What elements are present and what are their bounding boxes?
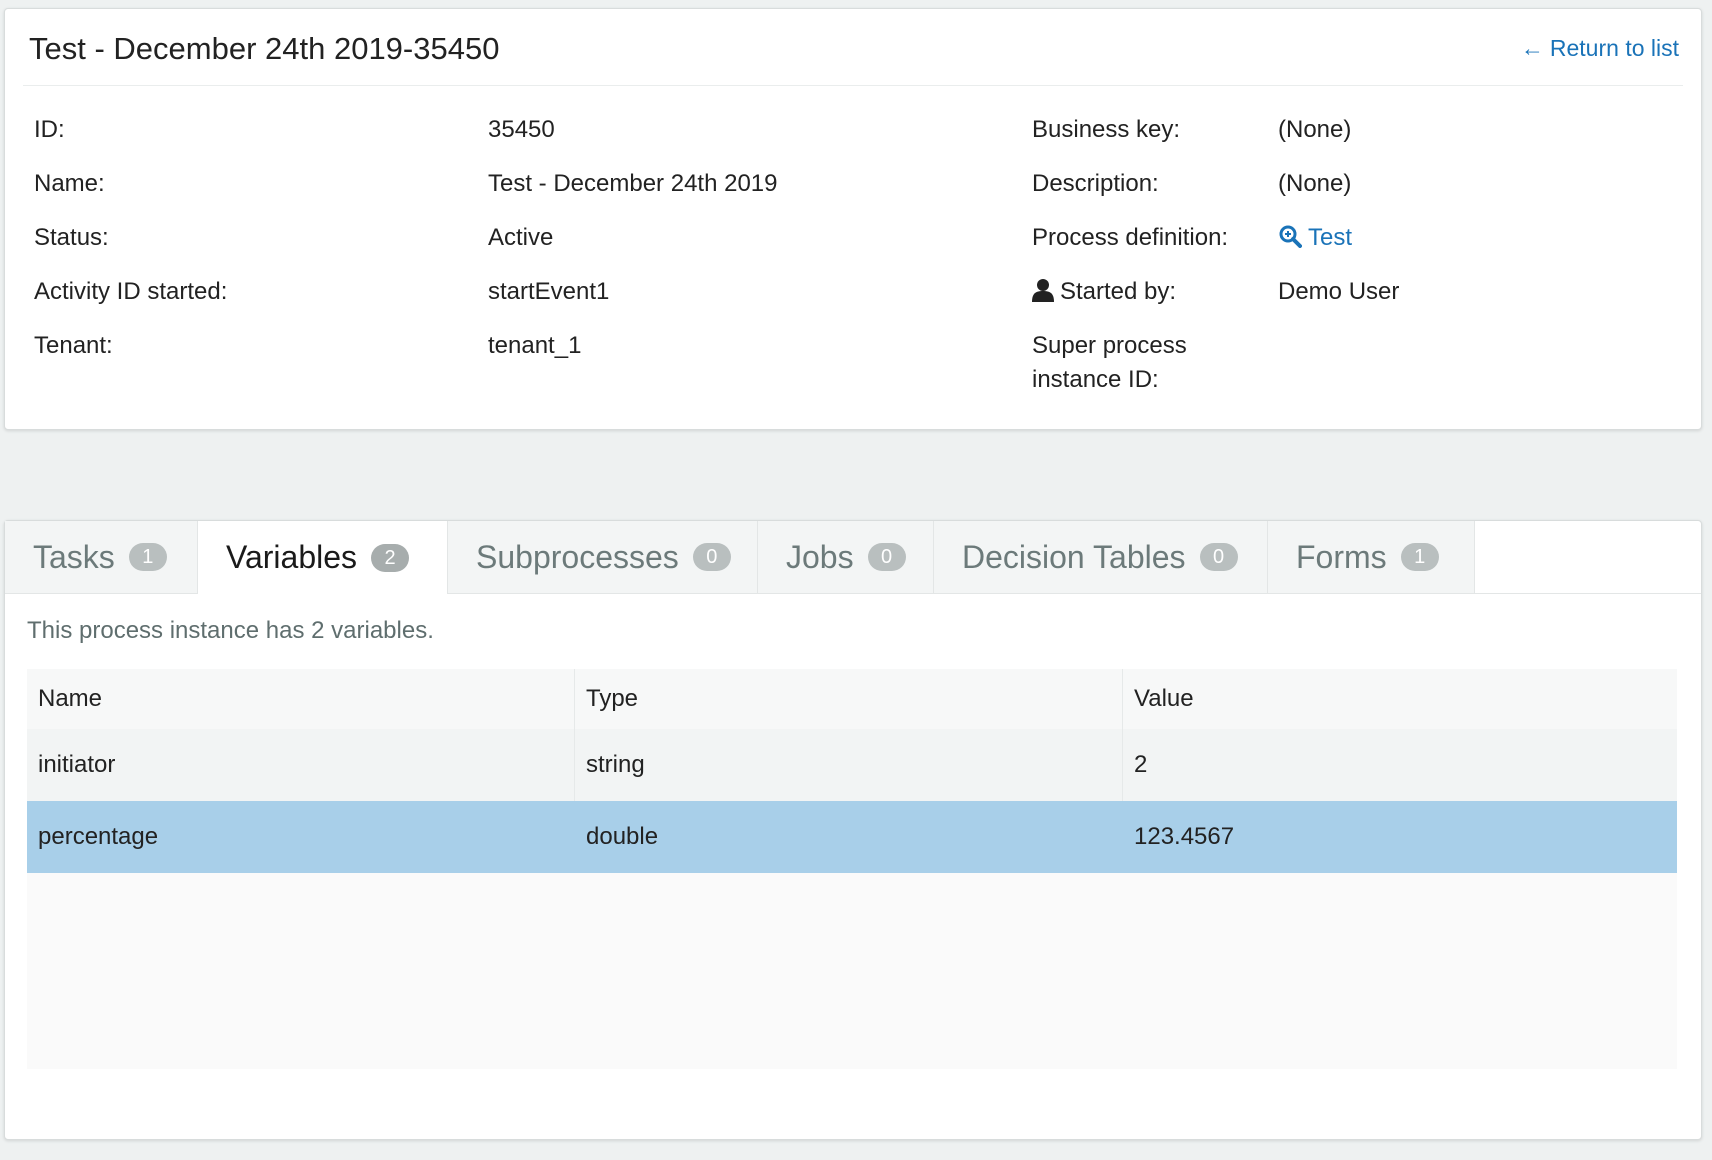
started-by-label-wrap: Started by: [1032,275,1176,309]
activity-id-started-value: startEvent1 [488,278,610,305]
tab-variables-label: Variables [226,539,358,575]
tab-forms-label: Forms [1296,538,1387,575]
description-value: (None) [1278,170,1352,197]
tab-decision-tables-count-badge: 0 [1199,543,1238,571]
description-label: Description: [1032,170,1159,197]
tab-variables[interactable]: Variables 2 [198,521,448,594]
tab-bar: Tasks 1 Variables 2 Subprocesses 0 Jobs … [5,521,1701,594]
tab-tasks-count-badge: 1 [128,543,167,571]
return-to-list-label: Return to list [1549,35,1679,61]
variable-type-cell: double [575,801,1123,873]
super-process-label-line1: Super process [1032,332,1187,359]
id-label: ID: [34,116,65,143]
table-row[interactable]: initiator string 2 [27,729,1677,801]
variable-type-cell: string [575,729,1123,801]
user-icon [1032,279,1054,302]
tenant-label: Tenant: [34,332,113,359]
started-by-label: Started by: [1060,278,1177,305]
column-header-value[interactable]: Value [1123,669,1677,729]
started-by-value: Demo User [1278,278,1400,305]
tab-subprocesses-count-badge: 0 [692,543,731,571]
return-to-list-link[interactable]: ← Return to list [1521,35,1679,62]
id-value: 35450 [488,116,555,143]
tab-tasks[interactable]: Tasks 1 [5,521,198,593]
process-definition-label: Process definition: [1032,224,1229,251]
name-label: Name: [34,170,105,197]
tab-tasks-label: Tasks [33,538,115,575]
variable-name-cell: percentage [27,801,575,873]
search-icon [1279,225,1302,248]
arrow-left-icon: ← [1520,35,1544,61]
column-header-name[interactable]: Name [27,669,575,729]
page-title: Test - December 24th 2019-35450 [29,31,500,66]
tab-forms-count-badge: 1 [1400,543,1439,571]
table-header-row: Name Type Value [27,669,1677,729]
tenant-value: tenant_1 [488,332,582,359]
variables-table: Name Type Value initiator string 2 perce… [27,669,1677,1069]
process-instance-details-card: Test - December 24th 2019-35450 ← Return … [4,8,1702,430]
process-definition-value: Test [1308,224,1353,251]
name-value: Test - December 24th 2019 [488,170,778,197]
status-label: Status: [34,224,109,251]
business-key-label: Business key: [1032,116,1181,143]
variable-value-cell: 123.4567 [1134,823,1235,850]
tab-decision-tables[interactable]: Decision Tables 0 [934,521,1268,593]
instance-tabs-card: Tasks 1 Variables 2 Subprocesses 0 Jobs … [4,520,1702,1140]
tab-jobs-count-badge: 0 [867,543,906,571]
tab-variables-count-badge: 2 [371,543,410,572]
status-value: Active [488,224,554,251]
business-key-value: (None) [1278,116,1352,143]
details-header: Test - December 24th 2019-35450 ← Return … [23,9,1683,86]
process-definition-link[interactable]: Test [1278,221,1352,255]
tab-jobs-label: Jobs [786,538,854,575]
tab-subprocesses[interactable]: Subprocesses 0 [448,521,758,593]
variable-value-cell: 2 [1134,751,1148,778]
column-header-type[interactable]: Type [575,669,1123,729]
variables-summary: This process instance has 2 variables. [27,617,434,644]
tab-jobs[interactable]: Jobs 0 [758,521,934,593]
tab-subprocesses-label: Subprocesses [476,538,679,575]
activity-id-started-label: Activity ID started: [34,278,228,305]
tab-forms[interactable]: Forms 1 [1268,521,1475,593]
tab-decision-tables-label: Decision Tables [962,538,1186,575]
variable-name-cell: initiator [27,729,575,801]
super-process-label-line2: instance ID: [1032,366,1159,393]
super-process-instance-id-label: Super process instance ID: [1032,329,1187,397]
table-row-selected[interactable]: percentage double 123.4567 [27,801,1677,873]
